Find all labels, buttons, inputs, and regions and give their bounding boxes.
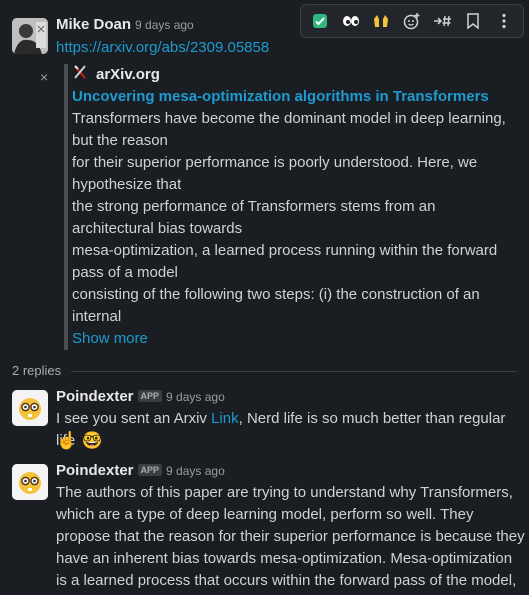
reply-header: Poindexter APP 9 days ago — [56, 460, 529, 482]
reply-text: The authors of this paper are trying to … — [56, 484, 525, 589]
replies-count: 2 replies — [12, 363, 62, 378]
close-icon[interactable]: × — [40, 66, 48, 88]
reply-header: Poindexter APP 9 days ago — [56, 386, 529, 408]
preview-source-name: arXiv.org — [96, 66, 160, 83]
preview-source: arXiv.org — [72, 64, 512, 86]
thread-replies-divider: 2 replies — [0, 360, 529, 382]
reply-text-start: I see you sent an Arxiv — [56, 410, 212, 427]
bot-avatar[interactable] — [12, 464, 48, 500]
show-more-link[interactable]: Show more — [72, 328, 512, 350]
arxiv-logo-icon — [72, 64, 88, 87]
inline-link[interactable]: Link — [211, 410, 239, 427]
preview-body: Transformers have become the dominant mo… — [72, 110, 506, 325]
preview-title[interactable]: Uncovering mesa-optimization algorithms … — [72, 86, 512, 108]
app-badge: APP — [137, 390, 163, 402]
bot-avatar[interactable] — [12, 390, 48, 426]
author-name[interactable]: Poindexter — [56, 388, 134, 405]
arxiv-link[interactable]: https://arxiv.org/abs/2309.05858 — [56, 39, 269, 56]
timestamp[interactable]: 9 days ago — [166, 464, 225, 478]
app-badge: APP — [137, 464, 163, 476]
message-header: Mike Doan 9 days ago — [56, 14, 529, 36]
divider-line — [71, 370, 517, 372]
link-preview: arXiv.org Uncovering mesa-optimization a… — [64, 64, 512, 350]
reply-emoji: ☝️ 🤓 — [56, 431, 104, 450]
timestamp[interactable]: 9 days ago — [166, 390, 225, 404]
timestamp[interactable]: 9 days ago — [135, 18, 194, 32]
message-link-line: https://arxiv.org/abs/2309.05858 — [56, 37, 529, 59]
author-name[interactable]: Mike Doan — [56, 16, 131, 33]
avatar[interactable] — [12, 18, 48, 54]
author-name[interactable]: Poindexter — [56, 462, 134, 479]
